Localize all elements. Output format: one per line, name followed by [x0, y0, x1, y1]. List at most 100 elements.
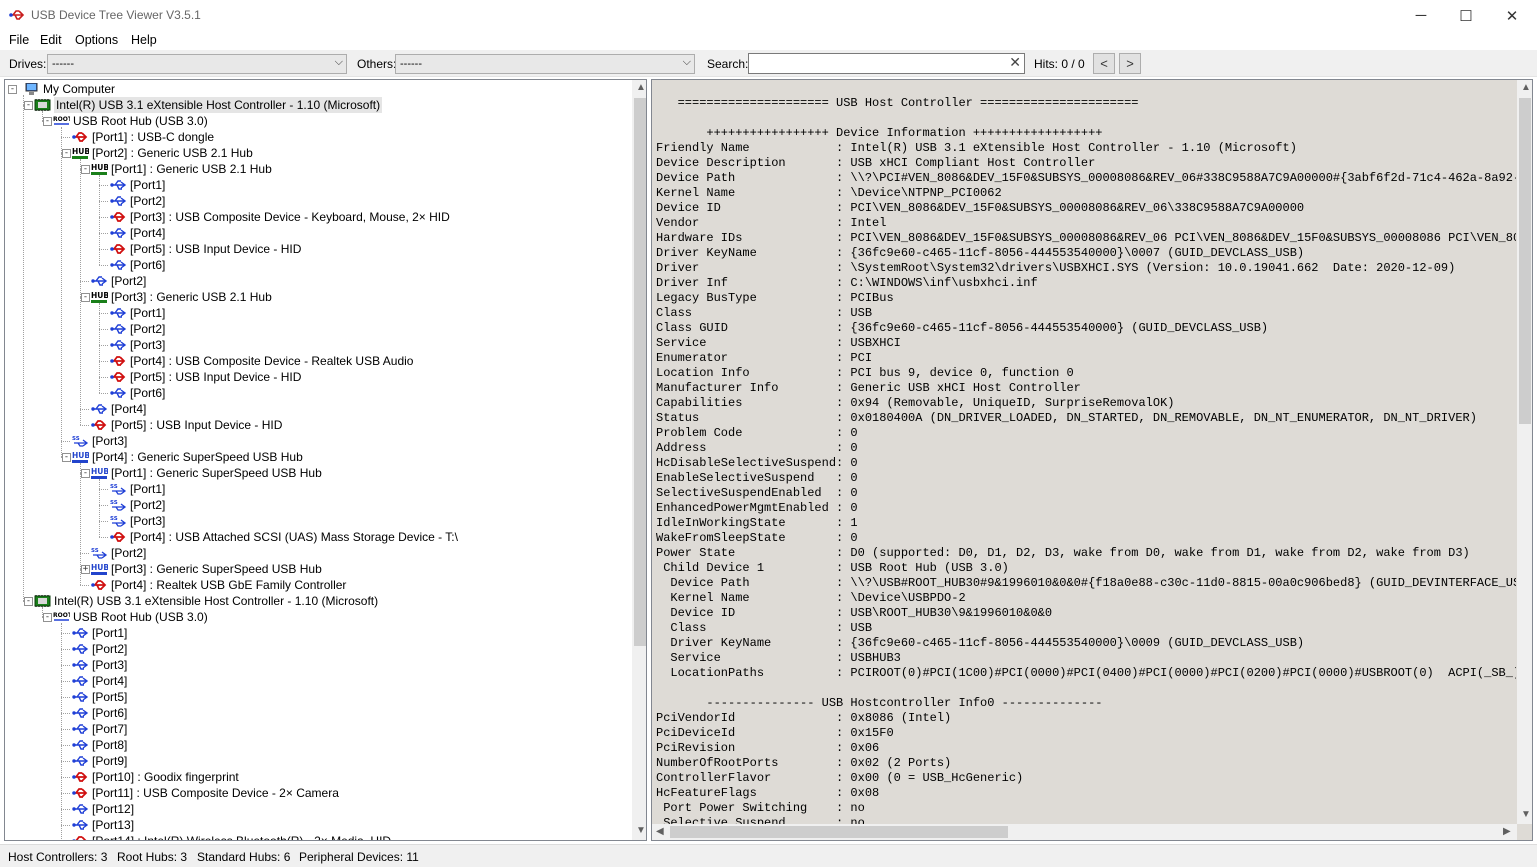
tree-node[interactable]: [Port5] [72, 689, 127, 705]
tree-node[interactable]: [Port3] [110, 337, 165, 353]
tree-node[interactable]: [Port6] [110, 385, 165, 401]
tree-node[interactable]: HUB [Port4] : Generic SuperSpeed USB Hub [72, 449, 303, 465]
tree-scroll-thumb[interactable] [634, 98, 646, 646]
close-button[interactable]: ✕ [1489, 0, 1535, 31]
tree-node[interactable]: SS [Port3] [110, 513, 165, 529]
status-bar: Host Controllers: 3 Root Hubs: 3 Standar… [0, 844, 1537, 867]
minimize-button[interactable]: ─ [1398, 0, 1444, 31]
tree-node[interactable]: [Port6] [110, 257, 165, 273]
tree-node[interactable]: [Port5] : USB Input Device - HID [110, 369, 301, 385]
collapse-node-button[interactable]: - [62, 453, 71, 462]
tree-node[interactable]: [Port10] : Goodix fingerprint [72, 769, 239, 785]
tree-node[interactable]: [Port11] : USB Composite Device - 2× Cam… [72, 785, 339, 801]
collapse-node-button[interactable]: - [81, 293, 90, 302]
tree-node[interactable]: HUB [Port3] : Generic SuperSpeed USB Hub [91, 561, 322, 577]
collapse-node-button[interactable]: - [43, 117, 52, 126]
collapse-node-button[interactable]: - [81, 469, 90, 478]
tree-node[interactable]: [Port4] : Realtek USB GbE Family Control… [91, 577, 346, 593]
expand-node-button[interactable]: + [81, 565, 90, 574]
details-horizontal-scrollbar[interactable]: ◀ ▶ [652, 824, 1517, 840]
tree-node[interactable]: [Port8] [72, 737, 127, 753]
details-hscroll-thumb[interactable] [670, 826, 1008, 838]
tree-node[interactable]: Intel(R) USB 3.1 eXtensible Host Control… [34, 97, 383, 113]
tree-node[interactable]: [Port2] [110, 193, 165, 209]
menu-file[interactable]: File [9, 33, 29, 47]
tree-node[interactable]: [Port9] [72, 753, 127, 769]
tree-node[interactable]: [Port1] : USB-C dongle [72, 129, 214, 145]
tree-node[interactable]: [Port4] [110, 225, 165, 241]
detail-line: Class GUID : {36fc9e60-c465-11cf-8056-44… [656, 321, 1269, 335]
scroll-down-icon[interactable]: ▼ [636, 825, 646, 836]
scroll-right-icon[interactable]: ▶ [1503, 826, 1511, 837]
tree-node[interactable]: [Port2] [72, 641, 127, 657]
tree-node[interactable]: [Port1] [110, 305, 165, 321]
tree-vertical-scrollbar[interactable]: ▲ ▼ [632, 80, 646, 840]
scroll-down-icon[interactable]: ▼ [1521, 809, 1531, 820]
collapse-node-button[interactable]: - [43, 613, 52, 622]
details-vertical-scrollbar[interactable]: ▲ ▼ [1517, 80, 1532, 824]
collapse-node-button[interactable]: - [81, 165, 90, 174]
tree-node[interactable]: [Port7] [72, 721, 127, 737]
collapse-node-button[interactable]: - [24, 101, 33, 110]
tree-node[interactable]: ROOTUSB Root Hub (USB 3.0) [53, 113, 208, 129]
details-pane[interactable]: ===================== USB Host Controlle… [651, 79, 1533, 841]
previous-hit-button[interactable]: < [1093, 53, 1115, 74]
tree-node[interactable]: SS [Port2] [91, 545, 146, 561]
tree-node[interactable]: [Port4] : USB Composite Device - Realtek… [110, 353, 413, 369]
tree-node[interactable]: My Computer [23, 81, 115, 97]
tree-node-label: Intel(R) USB 3.1 eXtensible Host Control… [54, 594, 379, 608]
tree-node[interactable]: [Port1] [110, 177, 165, 193]
tree-node[interactable]: [Port12] [72, 801, 134, 817]
collapse-node-button[interactable]: - [62, 149, 71, 158]
tree-node-label: [Port1] : Generic USB 2.1 Hub [111, 162, 272, 176]
search-input[interactable]: ✕ [748, 53, 1025, 74]
scroll-up-icon[interactable]: ▲ [1521, 82, 1531, 93]
menu-options[interactable]: Options [75, 33, 118, 47]
tree-node[interactable]: HUB [Port2] : Generic USB 2.1 Hub [72, 145, 253, 161]
details-vscroll-thumb[interactable] [1519, 98, 1531, 424]
scroll-up-icon[interactable]: ▲ [636, 82, 646, 93]
tree-node[interactable]: SS [Port2] [110, 497, 165, 513]
tree-node[interactable]: [Port6] [72, 705, 127, 721]
tree-connector [99, 393, 108, 394]
tree-node-label: [Port2] [111, 546, 147, 560]
tree-node[interactable]: [Port13] [72, 817, 134, 833]
maximize-button[interactable]: ☐ [1443, 0, 1489, 31]
menu-help[interactable]: Help [131, 33, 157, 47]
detail-line: Class : USB [656, 621, 873, 635]
tree-node[interactable]: [Port14] : Intel(R) Wireless Bluetooth(R… [72, 833, 391, 840]
tree-node[interactable]: HUB [Port1] : Generic USB 2.1 Hub [91, 161, 272, 177]
tree-node[interactable]: [Port5] : USB Input Device - HID [91, 417, 282, 433]
tree-node[interactable]: [Port5] : USB Input Device - HID [110, 241, 301, 257]
tree-node[interactable]: Intel(R) USB 3.1 eXtensible Host Control… [34, 593, 378, 609]
tree-node[interactable]: [Port4] [72, 673, 127, 689]
tree-node[interactable]: [Port4] [91, 401, 146, 417]
tree-node[interactable]: HUB [Port3] : Generic USB 2.1 Hub [91, 289, 272, 305]
menu-edit[interactable]: Edit [40, 33, 62, 47]
tree-node[interactable]: [Port2] [110, 321, 165, 337]
collapse-node-button[interactable]: - [8, 85, 17, 94]
clear-search-icon[interactable]: ✕ [1009, 54, 1021, 71]
tree-node[interactable]: [Port1] [72, 625, 127, 641]
device-tree-view[interactable]: - My Computer - Intel(R) USB 3.1 eXtensible… [4, 79, 647, 841]
tree-node[interactable]: [Port4] : USB Attached SCSI (UAS) Mass S… [110, 529, 458, 545]
hub-icon: HUB [72, 147, 90, 159]
drives-combo[interactable]: ------ ⌵ [47, 54, 347, 74]
tree-node[interactable]: SS [Port3] [72, 433, 127, 449]
collapse-node-button[interactable]: - [24, 597, 33, 606]
tree-node[interactable]: HUB [Port1] : Generic SuperSpeed USB Hub [91, 465, 322, 481]
tree-node[interactable]: SS [Port1] [110, 481, 165, 497]
usb-port-icon [72, 627, 89, 639]
detail-line: EnhancedPowerMgmtEnabled : 0 [656, 501, 858, 515]
scroll-left-icon[interactable]: ◀ [656, 826, 664, 837]
tree-node[interactable]: ROOTUSB Root Hub (USB 3.0) [53, 609, 208, 625]
tree-node[interactable]: [Port3] [72, 657, 127, 673]
tree-node[interactable]: [Port2] [91, 273, 146, 289]
superspeed-port-icon: SS [72, 435, 89, 447]
next-hit-button[interactable]: > [1119, 53, 1141, 74]
detail-line: HcDisableSelectiveSuspend: 0 [656, 456, 858, 470]
detail-line: ===================== USB Host Controlle… [656, 96, 1139, 110]
superspeed-port-icon: SS [110, 515, 127, 527]
tree-node[interactable]: [Port3] : USB Composite Device - Keyboar… [110, 209, 450, 225]
others-combo[interactable]: ------ ⌵ [395, 54, 695, 74]
